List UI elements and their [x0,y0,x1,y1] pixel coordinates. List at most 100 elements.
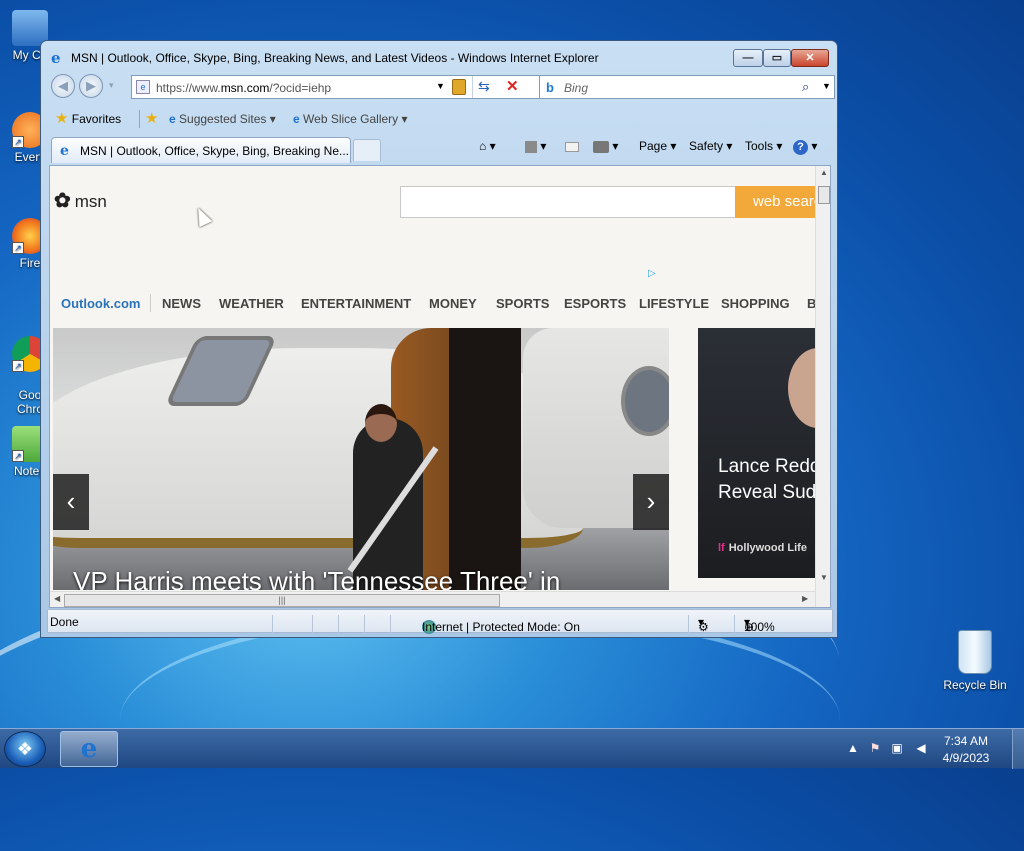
network-icon[interactable]: ▣ [890,741,904,755]
status-text: Done [50,615,79,629]
status-bar: Done Internet | Protected Mode: On ⚙ ▾ ⊕… [47,609,833,634]
horizontal-scrollbar[interactable]: ◀ ||| ▶ [50,591,815,607]
wallpaper-swoosh-2 [120,610,840,830]
ie-page-icon: e [60,143,69,159]
navigation-bar: ◀ ▶ ▾ e https://www.msn.com/?ocid=iehp ▼… [47,73,835,101]
star-icon: ★ [55,110,69,127]
msn-search-input[interactable] [400,186,736,218]
address-separator [472,76,473,98]
scroll-left-icon[interactable]: ◀ [54,594,60,603]
carousel-prev-button[interactable]: ‹ [53,474,89,530]
maximize-button[interactable]: ▭ [763,49,791,67]
hero-caption[interactable]: VP Harris meets with 'Tennessee Three' i… [73,566,560,590]
show-desktop-button[interactable] [1012,729,1024,769]
recent-pages-dropdown-icon[interactable]: ▾ [109,80,114,91]
close-icon: ✕ [805,52,815,64]
nav-sports[interactable]: SPORTS [496,296,549,311]
volume-muted-icon[interactable]: ◀ [914,741,928,755]
minimize-icon: — [742,52,754,64]
web-search-button[interactable]: web search [735,186,815,218]
ie-icon: e [80,734,98,764]
print-button[interactable]: ▾ [593,139,618,153]
feeds-button[interactable]: ▾ [525,139,546,153]
bing-icon: b [546,80,554,95]
lock-icon[interactable] [452,79,466,95]
status-separator [338,615,339,633]
msn-nav-bar: Outlook.com NEWS WEATHER ENTERTAINMENT M… [50,294,820,316]
news-card[interactable]: Lance Reddick's Death Reveal Suddenly A … [698,328,818,578]
ie-window: e MSN | Outlook, Office, Skype, Bing, Br… [40,40,838,638]
stop-icon[interactable]: ✕ [506,77,519,95]
scroll-right-icon[interactable]: ▶ [802,594,808,603]
status-separator [312,615,313,633]
msn-logo[interactable]: ✿ msn [54,188,107,213]
start-button[interactable]: ❖ [4,731,46,767]
address-dropdown-icon[interactable]: ▼ [436,81,445,91]
nav-weather[interactable]: WEATHER [219,296,284,311]
minimize-button[interactable]: — [733,49,763,67]
system-tray: ▲ ⚑ ▣ ◀ 7:34 AM 4/9/2023 [840,729,1024,769]
status-separator [364,615,365,633]
nav-news[interactable]: NEWS [162,296,201,311]
nav-lifestyle[interactable]: LIFESTYLE [639,296,709,311]
tools-menu[interactable]: Tools ▾ [745,139,782,153]
status-separator [390,615,391,633]
chevron-right-icon: › [646,486,656,516]
tab-msn[interactable]: e MSN | Outlook, Office, Skype, Bing, Br… [51,137,351,163]
page-content: ✿msn web search ▷ Outlook.com NEWS WEATH… [49,165,831,608]
address-bar[interactable]: e https://www.msn.com/?ocid=iehp ▼ ⇆ ✕ [131,75,541,99]
favorites-button[interactable]: ★ Favorites [55,108,121,130]
chevron-left-icon: ‹ [66,486,76,516]
safety-menu[interactable]: Safety ▾ [689,139,732,153]
vertical-scroll-thumb[interactable] [818,186,830,204]
printer-icon [593,140,609,153]
page-icon: e [136,80,150,94]
scroll-down-icon[interactable]: ▼ [820,573,828,582]
msn-logo-text: msn [74,192,107,211]
suggested-sites-button[interactable]: e Suggested Sites ▾ [169,108,276,130]
title-bar[interactable]: e MSN | Outlook, Office, Skype, Bing, Br… [41,41,837,75]
horizontal-scroll-thumb[interactable]: ||| [64,594,500,607]
nav-separator [150,294,151,312]
close-button[interactable]: ✕ [791,49,829,67]
nav-money[interactable]: MONEY [429,296,477,311]
hero-image-porthole [621,366,669,436]
carousel-next-button[interactable]: › [633,474,669,530]
show-hidden-icons-icon[interactable]: ▲ [846,741,860,755]
forward-button[interactable]: ▶ [79,74,103,98]
scroll-up-icon[interactable]: ▲ [820,168,828,177]
search-box[interactable]: b Bing ⌕ ▼ [539,75,835,99]
clock-time[interactable]: 7:34 AM [936,734,996,748]
add-to-favorites-bar-button[interactable]: ★ [145,108,158,130]
new-tab-button[interactable] [353,139,381,161]
recycle-bin-icon [958,630,992,674]
nav-entertainment[interactable]: ENTERTAINMENT [301,296,411,311]
ad-choices-icon[interactable]: ▷ [648,268,656,279]
nav-outlook[interactable]: Outlook.com [61,296,140,311]
back-button[interactable]: ◀ [51,74,75,98]
status-separator [272,615,273,633]
web-slice-gallery-button[interactable]: e Web Slice Gallery ▾ [293,108,408,130]
taskbar-ie-button[interactable]: e [60,731,118,767]
zoom-button[interactable]: ⊕ 100% ▾ [744,615,775,634]
refresh-icon[interactable]: ⇆ [478,78,490,95]
tab-title: MSN | Outlook, Office, Skype, Bing, Brea… [80,144,350,158]
search-placeholder: Bing [564,81,589,95]
hero-carousel[interactable]: ‹ › VP Harris meets with 'Tennessee Thre… [53,328,669,590]
status-separator [734,615,735,633]
clock-date[interactable]: 4/9/2023 [936,751,996,765]
vertical-scrollbar[interactable]: ▲ ▼ [815,166,830,607]
desktop-icon-recycle-bin[interactable]: Recycle Bin [940,630,1010,692]
rss-icon [525,140,537,153]
search-icon[interactable]: ⌕ [802,79,809,95]
home-icon: ⌂ ▾ [479,139,496,153]
protected-mode-button[interactable]: ⚙ ▾ [698,615,709,634]
help-menu[interactable]: ? ▾ [793,139,817,155]
page-menu[interactable]: Page ▾ [639,139,676,153]
search-options-icon[interactable]: ▼ [822,81,831,91]
nav-shopping[interactable]: SHOPPING [721,296,790,311]
read-mail-button[interactable] [565,139,579,153]
action-center-icon[interactable]: ⚑ [868,741,882,755]
home-button[interactable]: ⌂ ▾ [479,139,496,153]
nav-esports[interactable]: ESPORTS [564,296,626,311]
